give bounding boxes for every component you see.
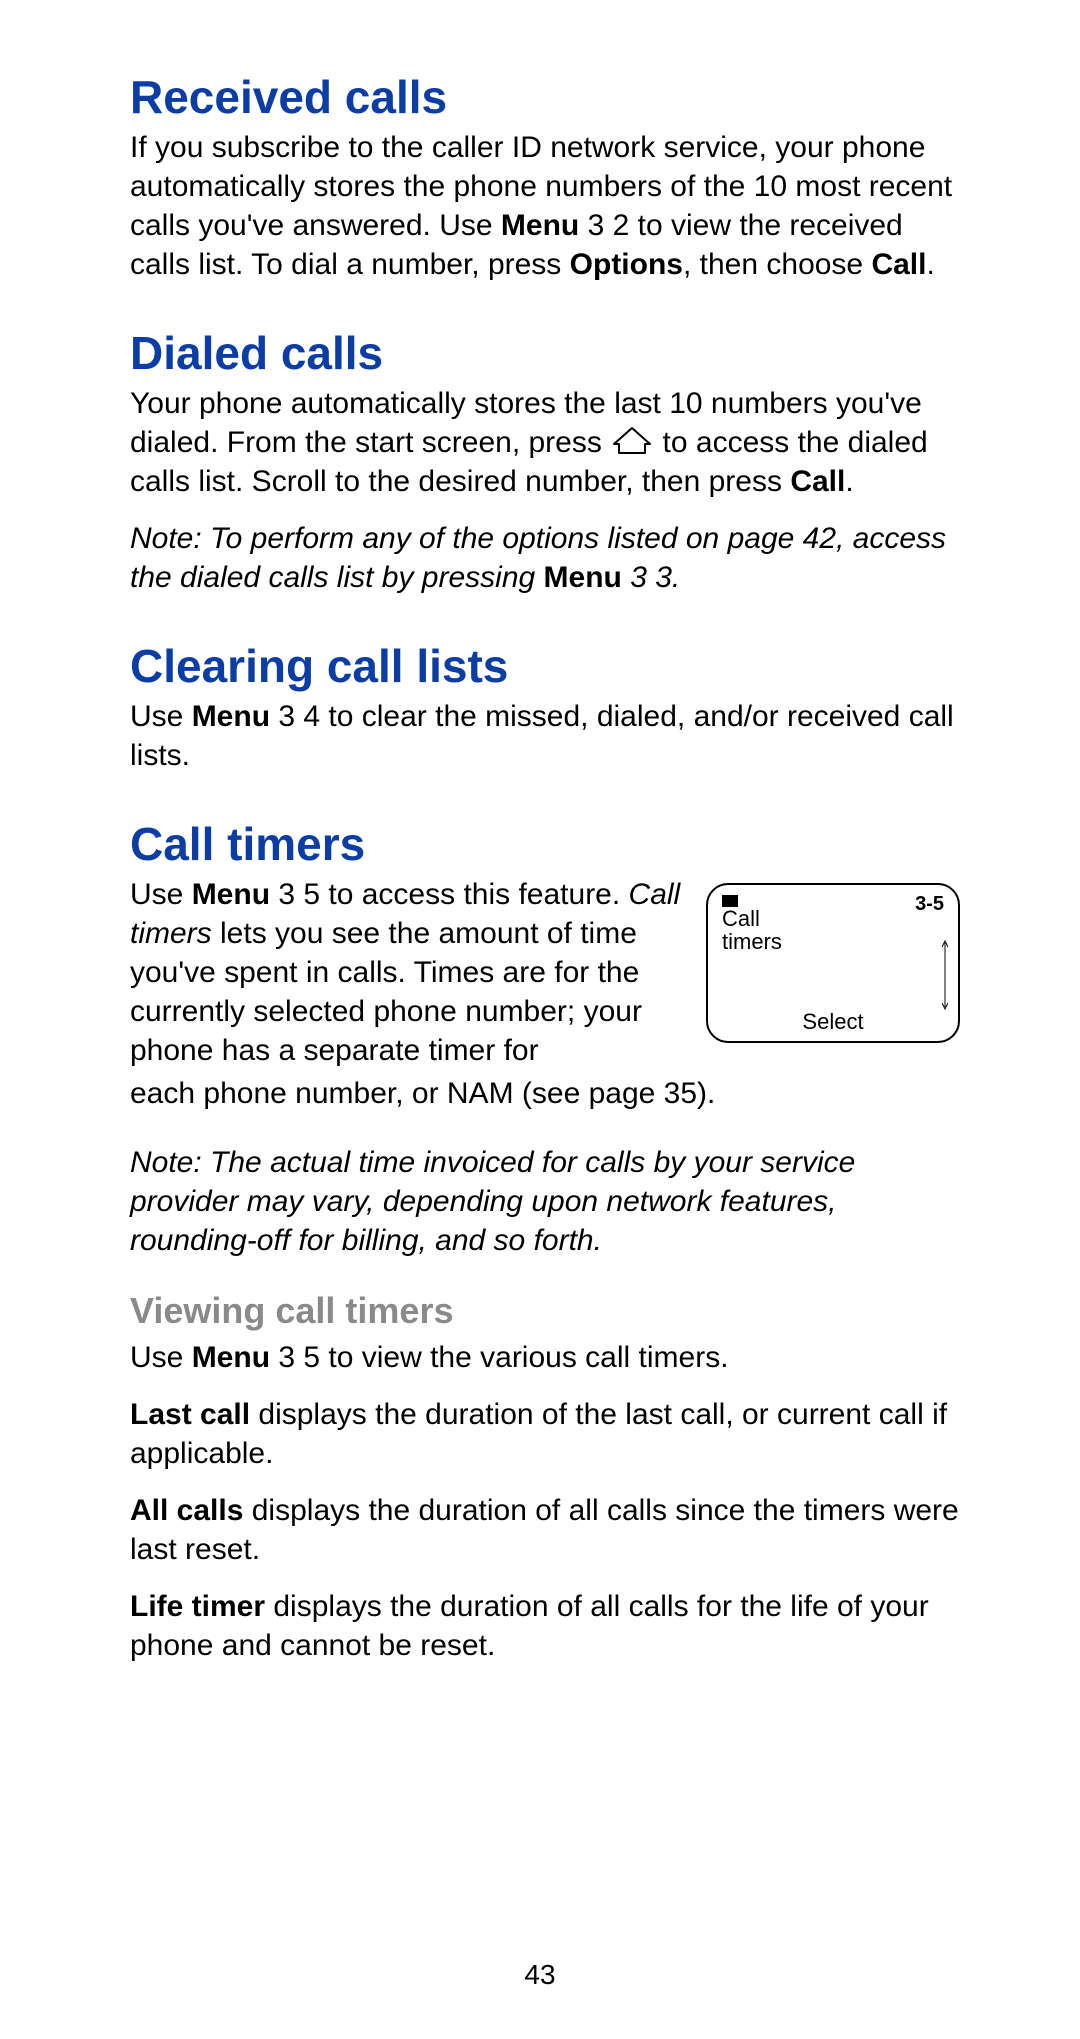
subheading-viewing-call-timers: Viewing call timers	[130, 1290, 960, 1332]
section-dialed-calls: Dialed calls Your phone automatically st…	[130, 326, 960, 597]
send-key-icon	[610, 426, 654, 456]
call-timers-intro-text: Use Menu 3 5 to access this feature. Cal…	[130, 875, 684, 1070]
page-number: 43	[0, 1959, 1080, 1991]
screen-scrollbar-icon	[942, 939, 948, 1011]
viewing-life-timer: Life timer displays the duration of all …	[130, 1587, 960, 1665]
heading-call-timers: Call timers	[130, 817, 960, 871]
body-clearing-call-lists: Use Menu 3 4 to clear the missed, dialed…	[130, 697, 960, 775]
screen-title: Call timers	[722, 907, 782, 953]
heading-received-calls: Received calls	[130, 70, 960, 124]
phone-screen-illustration: 3-5 Call timers Select	[706, 883, 960, 1043]
body-dialed-calls: Your phone automatically stores the last…	[130, 384, 960, 501]
screen-softkey-label: Select	[708, 1009, 958, 1035]
note-call-timers: Note: The actual time invoiced for calls…	[130, 1143, 960, 1260]
section-received-calls: Received calls If you subscribe to the c…	[130, 70, 960, 284]
section-call-timers: Call timers Use Menu 3 5 to access this …	[130, 817, 960, 1665]
body-received-calls: If you subscribe to the caller ID networ…	[130, 128, 960, 284]
call-timers-intro-continued: each phone number, or NAM (see page 35).	[130, 1074, 960, 1113]
viewing-intro: Use Menu 3 5 to view the various call ti…	[130, 1338, 960, 1377]
manual-page: Received calls If you subscribe to the c…	[0, 0, 1080, 2039]
note-dialed-calls: Note: To perform any of the options list…	[130, 519, 960, 597]
viewing-all-calls: All calls displays the duration of all c…	[130, 1491, 960, 1569]
viewing-last-call: Last call displays the duration of the l…	[130, 1395, 960, 1473]
heading-dialed-calls: Dialed calls	[130, 326, 960, 380]
call-timers-intro-row: Use Menu 3 5 to access this feature. Cal…	[130, 875, 960, 1070]
heading-clearing-call-lists: Clearing call lists	[130, 639, 960, 693]
section-clearing-call-lists: Clearing call lists Use Menu 3 4 to clea…	[130, 639, 960, 775]
screen-menu-number: 3-5	[915, 893, 944, 916]
